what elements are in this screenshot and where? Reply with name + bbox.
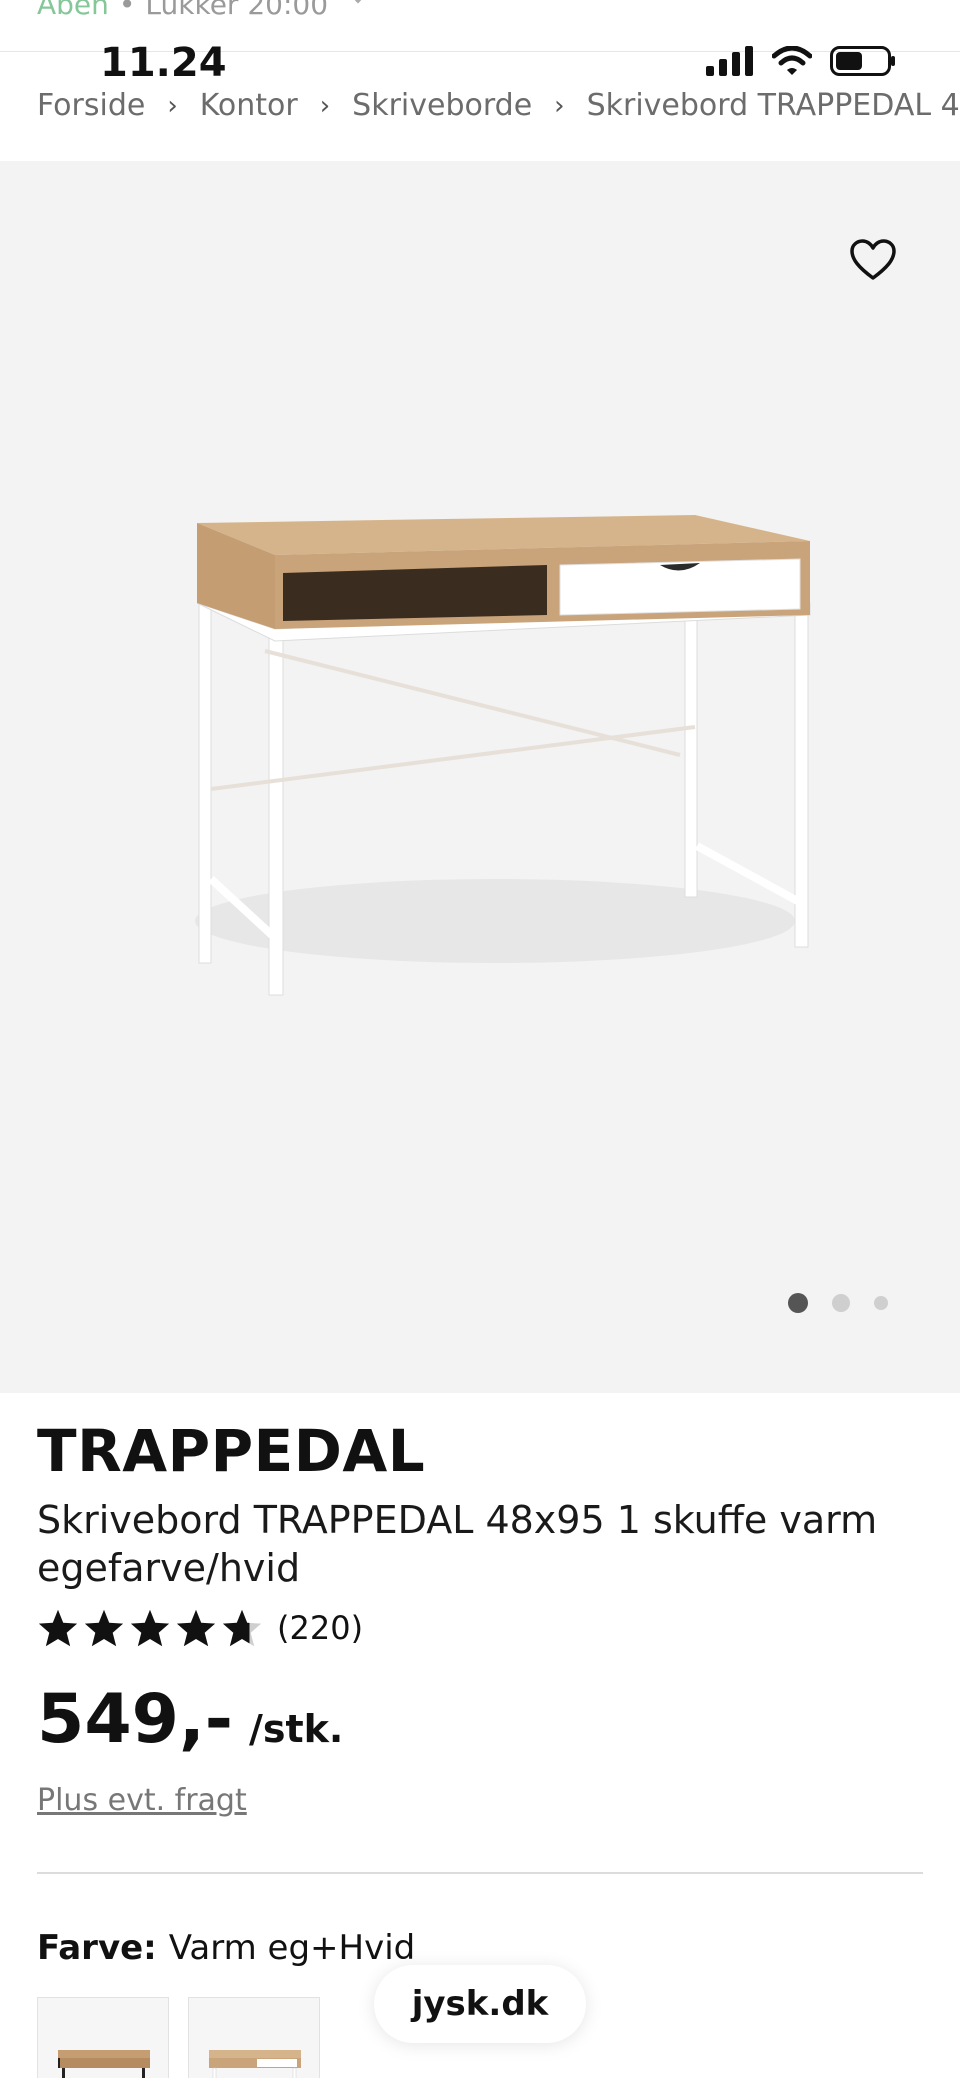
color-label: Farve: — [37, 1928, 157, 1968]
review-count[interactable]: (220) — [277, 1609, 363, 1647]
star-icon — [130, 1609, 170, 1647]
breadcrumb-item-skriveborde[interactable]: Skriveborde — [352, 88, 532, 123]
divider — [37, 1872, 923, 1874]
breadcrumb: Forside › Kontor › Skriveborde › Skriveb… — [37, 88, 960, 123]
signal-icon — [706, 46, 753, 76]
swatch-desk-image — [58, 2050, 150, 2078]
color-swatch-black-oak[interactable] — [37, 1997, 169, 2078]
breadcrumb-item-forside[interactable]: Forside — [37, 88, 145, 123]
chevron-right-icon: › — [319, 90, 331, 121]
chevron-right-icon: › — [554, 90, 565, 121]
product-name: Skrivebord TRAPPEDAL 48x95 1 skuffe varm… — [37, 1498, 878, 1590]
browser-url-bar[interactable]: jysk.dk — [374, 1965, 586, 2043]
store-open-label: Åben — [37, 0, 109, 21]
image-pagination[interactable] — [788, 1293, 888, 1313]
product-price: 549,- — [37, 1680, 233, 1759]
breadcrumb-item-kontor[interactable]: Kontor — [200, 88, 298, 123]
product-rating[interactable]: (220) — [37, 1608, 363, 1648]
store-hours[interactable]: Åben • Lukker 20:00 — [37, 0, 370, 21]
color-value: Varm eg+Hvid — [168, 1928, 416, 1968]
price-row: 549,- /stk. — [37, 1680, 343, 1759]
pagination-dot[interactable] — [832, 1294, 850, 1312]
product-image-gallery[interactable] — [0, 161, 960, 1393]
rating-stars — [37, 1608, 263, 1648]
breadcrumb-item-current: Skrivebord TRAPPEDAL 48x95 — [586, 88, 960, 123]
wifi-icon — [772, 46, 812, 75]
chevron-right-icon: › — [167, 90, 178, 121]
star-icon — [84, 1609, 124, 1647]
color-selector-label: Farve: Varm eg+Hvid — [37, 1928, 415, 1968]
pagination-dot[interactable] — [874, 1296, 888, 1310]
chevron-down-icon[interactable] — [346, 0, 370, 4]
store-closing-label: Lukker 20:00 — [145, 0, 329, 21]
swatch-desk-image — [209, 2050, 301, 2078]
color-swatch-white-oak[interactable] — [188, 1997, 320, 2078]
star-icon — [38, 1609, 78, 1647]
system-icons — [706, 46, 896, 76]
battery-icon — [830, 46, 895, 76]
separator-dot: • — [118, 0, 136, 21]
price-unit: /stk. — [249, 1707, 344, 1751]
product-brand: TRAPPEDAL — [37, 1417, 426, 1485]
pagination-dot-active[interactable] — [788, 1293, 808, 1313]
heart-icon[interactable] — [850, 239, 896, 281]
freight-link[interactable]: Plus evt. fragt — [37, 1783, 247, 1818]
product-image-desk — [195, 515, 811, 996]
star-icon — [176, 1609, 216, 1647]
star-partial-icon — [222, 1609, 262, 1647]
status-time: 11.24 — [100, 40, 227, 86]
